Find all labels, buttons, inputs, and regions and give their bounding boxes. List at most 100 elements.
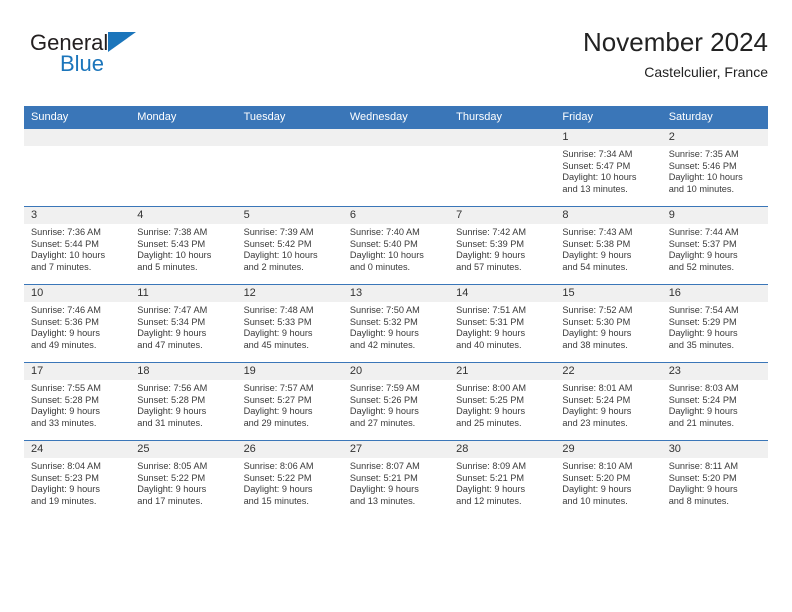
day-number: 26 [236,441,343,458]
day-cell[interactable]: 14 Sunrise: 7:51 AM Sunset: 5:31 PM Dayligh… [449,284,556,362]
day-number [449,129,556,146]
day-cell[interactable]: 19 Sunrise: 7:57 AM Sunset: 5:27 PM Dayligh… [236,362,343,440]
calendar-cell: 17 Sunrise: 7:55 AM Sunset: 5:28 PM Dayligh… [24,362,131,440]
day-cell[interactable]: 20 Sunrise: 7:59 AM Sunset: 5:26 PM Dayligh… [342,362,450,440]
day-number: 29 [555,441,662,458]
day-detail-line: Daylight: 9 hours [668,484,738,495]
day-detail-line: and 38 minutes. [562,339,628,350]
day-cell[interactable]: 13 Sunrise: 7:50 AM Sunset: 5:32 PM Dayligh… [342,284,450,362]
day-detail-line: Sunset: 5:47 PM [562,160,631,171]
day-number: 23 [661,363,768,380]
day-cell[interactable]: 22 Sunrise: 8:01 AM Sunset: 5:24 PM Dayligh… [555,362,662,440]
day-details: Sunrise: 7:47 AM Sunset: 5:34 PM Daylight:… [130,302,236,351]
day-number: 25 [130,441,237,458]
day-cell[interactable]: 9 Sunrise: 7:44 AM Sunset: 5:37 PM Daylight… [661,206,768,284]
day-details: Sunrise: 7:38 AM Sunset: 5:43 PM Daylight:… [130,224,236,273]
calendar-cell: 27 Sunrise: 8:07 AM Sunset: 5:21 PM Dayligh… [342,440,450,518]
day-cell[interactable]: 27 Sunrise: 8:07 AM Sunset: 5:21 PM Dayligh… [342,440,450,518]
calendar-cell: 1 Sunrise: 7:34 AM Sunset: 5:47 PM Daylight… [555,128,662,206]
calendar-week-row: 1 Sunrise: 7:34 AM Sunset: 5:47 PM Daylight… [24,128,768,206]
day-detail-line: Daylight: 9 hours [668,406,738,417]
day-details: Sunrise: 7:40 AM Sunset: 5:40 PM Daylight:… [343,224,449,273]
day-details [343,146,449,149]
day-detail-line: Daylight: 9 hours [243,484,313,495]
calendar-cell: 2 Sunrise: 7:35 AM Sunset: 5:46 PM Daylight… [661,128,768,206]
day-detail-line: Daylight: 9 hours [562,484,632,495]
day-cell[interactable]: 18 Sunrise: 7:56 AM Sunset: 5:28 PM Dayligh… [130,362,237,440]
day-detail-line: Daylight: 9 hours [668,250,738,261]
day-detail-line: Daylight: 9 hours [456,250,526,261]
calendar-week-row: 24 Sunrise: 8:04 AM Sunset: 5:23 PM Dayligh… [24,440,768,518]
day-cell[interactable]: 21 Sunrise: 8:00 AM Sunset: 5:25 PM Dayligh… [449,362,556,440]
day-detail-line: Sunrise: 7:42 AM [456,227,527,237]
day-detail-line: Sunrise: 8:07 AM [349,461,420,471]
day-cell[interactable]: 2 Sunrise: 7:35 AM Sunset: 5:46 PM Daylight… [661,128,768,206]
day-details: Sunrise: 7:51 AM Sunset: 5:31 PM Daylight:… [449,302,555,351]
day-cell[interactable]: 1 Sunrise: 7:34 AM Sunset: 5:47 PM Daylight… [555,128,662,206]
day-cell[interactable]: 17 Sunrise: 7:55 AM Sunset: 5:28 PM Dayligh… [24,362,131,440]
day-detail-line: Sunset: 5:46 PM [668,160,737,171]
day-details [449,146,555,149]
day-details [24,146,130,149]
day-cell[interactable]: 15 Sunrise: 7:52 AM Sunset: 5:30 PM Dayligh… [555,284,662,362]
day-detail-line: Sunrise: 8:09 AM [456,461,527,471]
day-detail-line: Daylight: 9 hours [349,328,419,339]
calendar-cell: 11 Sunrise: 7:47 AM Sunset: 5:34 PM Dayligh… [130,284,237,362]
day-detail-line: Sunrise: 7:47 AM [137,305,208,315]
day-detail-line: and 31 minutes. [137,417,203,428]
day-cell-empty [24,128,131,206]
calendar-cell [449,128,556,206]
day-number: 8 [555,207,662,224]
page-header: General Blue November 2024 Castelculier,… [24,26,768,96]
day-cell[interactable]: 11 Sunrise: 7:47 AM Sunset: 5:34 PM Dayligh… [130,284,237,362]
day-detail-line: Sunrise: 8:11 AM [668,461,738,471]
day-detail-line: Daylight: 10 hours [243,250,318,261]
day-number: 19 [236,363,343,380]
day-cell[interactable]: 23 Sunrise: 8:03 AM Sunset: 5:24 PM Dayligh… [661,362,768,440]
calendar-week-row: 17 Sunrise: 7:55 AM Sunset: 5:28 PM Dayligh… [24,362,768,440]
day-details: Sunrise: 8:10 AM Sunset: 5:20 PM Daylight:… [555,458,661,507]
day-detail-line: Daylight: 10 hours [137,250,212,261]
general-blue-logo[interactable]: General Blue [30,30,270,88]
day-detail-line: Sunset: 5:25 PM [456,394,525,405]
day-detail-line: and 13 minutes. [562,183,628,194]
day-cell[interactable]: 10 Sunrise: 7:46 AM Sunset: 5:36 PM Dayligh… [24,284,131,362]
day-detail-line: Daylight: 9 hours [31,328,100,339]
page-title: November 2024 [583,27,768,57]
day-cell[interactable]: 26 Sunrise: 8:06 AM Sunset: 5:22 PM Dayligh… [236,440,343,518]
day-detail-line: Sunrise: 7:52 AM [562,305,633,315]
day-detail-line: Sunrise: 7:48 AM [243,305,314,315]
day-detail-line: and 2 minutes. [243,261,304,272]
day-cell[interactable]: 28 Sunrise: 8:09 AM Sunset: 5:21 PM Dayligh… [449,440,556,518]
day-cell[interactable]: 8 Sunrise: 7:43 AM Sunset: 5:38 PM Daylight… [555,206,662,284]
calendar-page: General Blue November 2024 Castelculier,… [0,0,792,612]
day-cell[interactable]: 3 Sunrise: 7:36 AM Sunset: 5:44 PM Daylight… [24,206,131,284]
day-number: 28 [449,441,556,458]
day-number: 1 [555,129,662,146]
day-number: 24 [24,441,131,458]
day-cell[interactable]: 30 Sunrise: 8:11 AM Sunset: 5:20 PM Dayligh… [661,440,768,518]
day-detail-line: Daylight: 9 hours [668,328,738,339]
day-detail-line: Sunset: 5:32 PM [349,316,418,327]
weekday-header-tuesday: Tuesday [236,106,343,128]
day-cell[interactable]: 12 Sunrise: 7:48 AM Sunset: 5:33 PM Dayligh… [236,284,343,362]
day-cell[interactable]: 5 Sunrise: 7:39 AM Sunset: 5:42 PM Daylight… [236,206,343,284]
day-details: Sunrise: 7:48 AM Sunset: 5:33 PM Daylight:… [237,302,343,351]
day-details: Sunrise: 7:59 AM Sunset: 5:26 PM Daylight:… [343,380,449,429]
day-detail-line: Sunrise: 7:57 AM [243,383,314,393]
day-cell[interactable]: 29 Sunrise: 8:10 AM Sunset: 5:20 PM Dayligh… [555,440,662,518]
day-detail-line: and 33 minutes. [31,417,97,428]
day-cell[interactable]: 4 Sunrise: 7:38 AM Sunset: 5:43 PM Daylight… [130,206,237,284]
title-block: November 2024 Castelculier, France [583,26,768,82]
calendar-cell: 28 Sunrise: 8:09 AM Sunset: 5:21 PM Dayligh… [449,440,556,518]
day-detail-line: Daylight: 9 hours [349,484,419,495]
day-cell[interactable]: 24 Sunrise: 8:04 AM Sunset: 5:23 PM Dayligh… [24,440,131,518]
day-cell[interactable]: 25 Sunrise: 8:05 AM Sunset: 5:22 PM Dayligh… [130,440,237,518]
day-cell-empty [236,128,343,206]
day-detail-line: Sunset: 5:20 PM [562,472,631,483]
day-cell[interactable]: 7 Sunrise: 7:42 AM Sunset: 5:39 PM Daylight… [449,206,556,284]
day-cell[interactable]: 6 Sunrise: 7:40 AM Sunset: 5:40 PM Daylight… [342,206,450,284]
day-detail-line: and 21 minutes. [668,417,735,428]
day-detail-line: Sunrise: 7:55 AM [31,383,101,393]
day-cell[interactable]: 16 Sunrise: 7:54 AM Sunset: 5:29 PM Dayligh… [661,284,768,362]
